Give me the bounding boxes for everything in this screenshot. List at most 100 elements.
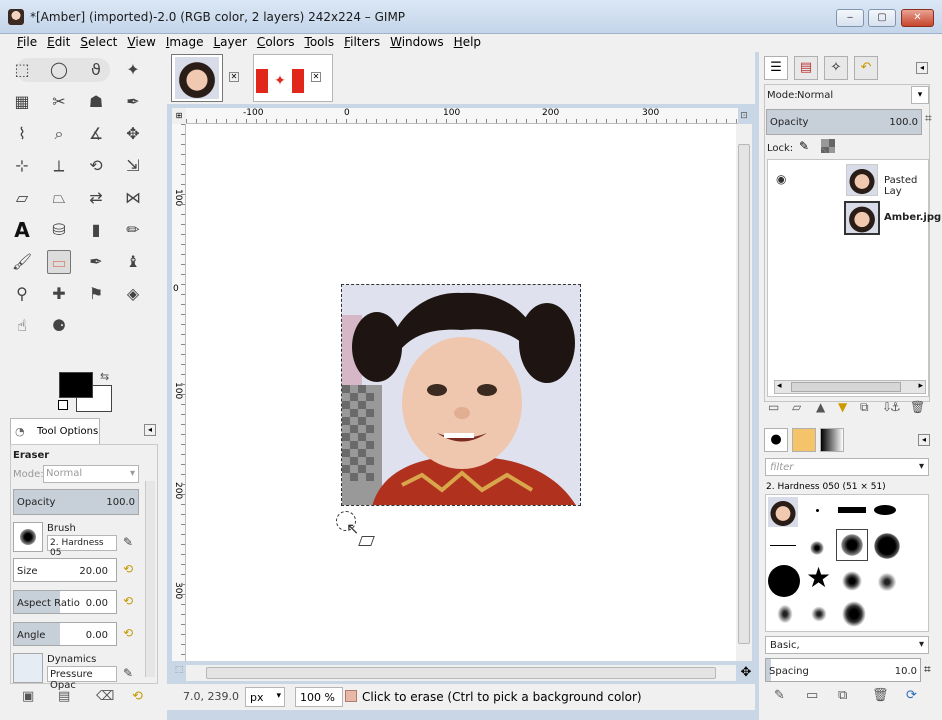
brush-grid[interactable]: ★ xyxy=(765,494,929,632)
shear-icon[interactable]: ▱ xyxy=(10,186,34,210)
select-by-color-icon[interactable]: ▦ xyxy=(10,90,34,114)
dodge-burn-icon[interactable]: ⚈ xyxy=(47,314,71,338)
delete-tool-preset-icon[interactable]: ⌫ xyxy=(96,689,114,704)
blend-icon[interactable]: ▮ xyxy=(84,218,108,242)
vertical-scrollbar[interactable] xyxy=(736,124,752,661)
brush-item-selected[interactable] xyxy=(836,529,868,561)
lower-layer-icon[interactable]: ▼ xyxy=(838,400,847,414)
navigate-icon[interactable]: ✥ xyxy=(738,665,754,681)
layer-list-scrollbar[interactable]: ◂ ▸ xyxy=(774,380,926,394)
brush-item[interactable] xyxy=(838,507,866,513)
tab-tool-options[interactable]: ◔ Tool Options xyxy=(10,418,100,444)
configure-tab-icon[interactable]: ◂ xyxy=(918,434,930,446)
foreground-select-icon[interactable]: ☗ xyxy=(84,90,108,114)
layer-mode-dropdown[interactable]: ▾ xyxy=(911,86,929,104)
maximize-button[interactable]: ▢ xyxy=(868,9,896,27)
tool-options-scrollbar[interactable] xyxy=(145,481,155,677)
spin-icon[interactable]: ⌗ xyxy=(925,111,932,126)
image-tab-flag[interactable]: ✦ xyxy=(253,54,333,102)
layer-row[interactable]: ◉ Pasted Lay xyxy=(768,162,930,198)
brush-item[interactable] xyxy=(876,571,898,593)
save-tool-preset-icon[interactable]: ▣ xyxy=(22,689,34,704)
airbrush-icon[interactable]: ✒ xyxy=(84,250,108,274)
size-slider[interactable]: Size 20.00 xyxy=(13,558,117,582)
new-brush-icon[interactable]: ▭ xyxy=(806,688,818,703)
paths-tab-icon[interactable]: ✧ xyxy=(824,56,848,80)
minimize-button[interactable]: ‒ xyxy=(836,9,864,27)
brush-item[interactable] xyxy=(768,565,800,597)
pencil-icon[interactable]: ✏ xyxy=(121,218,145,242)
menu-tools[interactable]: Tools xyxy=(300,34,340,52)
dynamics-icon[interactable] xyxy=(13,653,43,683)
brush-item[interactable] xyxy=(816,509,819,512)
brush-item[interactable] xyxy=(770,545,796,546)
horizontal-scrollbar[interactable] xyxy=(186,665,736,681)
delete-layer-icon[interactable]: 🗑 xyxy=(910,400,925,414)
text-icon[interactable]: A xyxy=(10,218,34,242)
opacity-slider[interactable]: Opacity 100.0 xyxy=(13,489,139,515)
menu-help[interactable]: Help xyxy=(449,34,486,52)
channels-tab-icon[interactable]: ▤ xyxy=(794,56,818,80)
fuzzy-select-icon[interactable]: ✦ xyxy=(121,58,145,82)
brush-grid-scrollbar[interactable] xyxy=(916,497,926,629)
vertical-scroll-thumb[interactable] xyxy=(738,144,750,644)
reset-tool-options-icon[interactable]: ⟲ xyxy=(132,689,143,704)
reset-angle-icon[interactable]: ⟲ xyxy=(123,626,133,640)
menu-view[interactable]: View xyxy=(122,34,160,52)
rotate-icon[interactable]: ⟲ xyxy=(84,154,108,178)
cage-icon[interactable]: ⋈ xyxy=(121,186,145,210)
new-layer-icon[interactable]: ▭ xyxy=(768,400,779,414)
crop-icon[interactable]: ⟂ xyxy=(47,154,71,178)
smudge-icon[interactable]: ☝ xyxy=(10,314,34,338)
brushes-tab-icon[interactable]: ● xyxy=(764,428,788,452)
brush-item[interactable] xyxy=(842,571,862,591)
close-tab-icon[interactable]: ✕ xyxy=(229,72,239,82)
star-brush-icon[interactable]: ★ xyxy=(806,563,831,593)
perspective-icon[interactable]: ⏢ xyxy=(47,186,71,210)
dynamics-field[interactable]: Pressure Opac xyxy=(47,666,117,691)
angle-slider[interactable]: Angle 0.00 xyxy=(13,622,117,646)
free-select-icon[interactable]: ϑ xyxy=(84,58,108,82)
duplicate-layer-icon[interactable]: ⧉ xyxy=(860,400,869,415)
toggle-mask-icon[interactable]: ⬚ xyxy=(172,665,186,681)
zoom-dropdown[interactable]: 100 % ▾ xyxy=(295,687,352,707)
gradients-tab-icon[interactable] xyxy=(820,428,844,452)
scale-icon[interactable]: ⇲ xyxy=(121,154,145,178)
image-tab-amber[interactable] xyxy=(171,54,223,102)
configure-tab-icon[interactable]: ◂ xyxy=(144,424,156,436)
unit-dropdown[interactable]: px ▾ xyxy=(245,687,285,707)
layers-tab-icon[interactable]: ☰ xyxy=(764,56,788,80)
close-button[interactable]: ✕ xyxy=(901,9,934,27)
menu-layer[interactable]: Layer xyxy=(208,34,251,52)
brush-preview[interactable] xyxy=(13,522,43,552)
zoom-icon[interactable]: ⌕ xyxy=(47,122,71,146)
brush-item[interactable] xyxy=(810,541,824,555)
lock-alpha-icon[interactable] xyxy=(821,139,835,153)
brush-field[interactable]: 2. Hardness 05 xyxy=(47,535,117,558)
foreground-color-swatch[interactable] xyxy=(59,372,93,398)
perspective-clone-icon[interactable]: ⚑ xyxy=(84,282,108,306)
scroll-left-icon[interactable]: ◂ xyxy=(777,381,782,391)
brush-spacing-slider[interactable]: Spacing 10.0 xyxy=(765,658,921,682)
eye-visibility-icon[interactable]: ◉ xyxy=(776,172,786,186)
scroll-right-icon[interactable]: ▸ xyxy=(918,381,923,391)
lock-pixels-icon[interactable]: ✎ xyxy=(799,139,809,153)
ellipse-select-icon[interactable]: ◯ xyxy=(47,58,71,82)
anchor-layer-icon[interactable]: ⚓ xyxy=(890,400,901,414)
menu-select[interactable]: Select xyxy=(75,34,122,52)
edit-dynamics-icon[interactable]: ✎ xyxy=(123,666,133,680)
layer-row[interactable]: Amber.jpg xyxy=(768,200,941,236)
eraser-icon[interactable]: ▭ xyxy=(47,250,71,274)
aspect-ratio-slider[interactable]: Aspect Ratio 0.00 xyxy=(13,590,117,614)
clipboard-brush[interactable] xyxy=(768,497,798,527)
menu-windows[interactable]: Windows xyxy=(385,34,449,52)
menu-file[interactable]: File xyxy=(12,34,42,52)
brush-item[interactable] xyxy=(874,533,900,559)
configure-tab-icon[interactable]: ◂ xyxy=(916,62,928,74)
measure-icon[interactable]: ∡ xyxy=(84,122,108,146)
color-picker-icon[interactable]: ⌇ xyxy=(10,122,34,146)
patterns-tab-icon[interactable] xyxy=(792,428,816,452)
layer-opacity-slider[interactable]: Opacity 100.0 xyxy=(766,109,922,135)
reset-aspect-icon[interactable]: ⟲ xyxy=(123,594,133,608)
delete-brush-icon[interactable]: 🗑 xyxy=(872,688,889,703)
